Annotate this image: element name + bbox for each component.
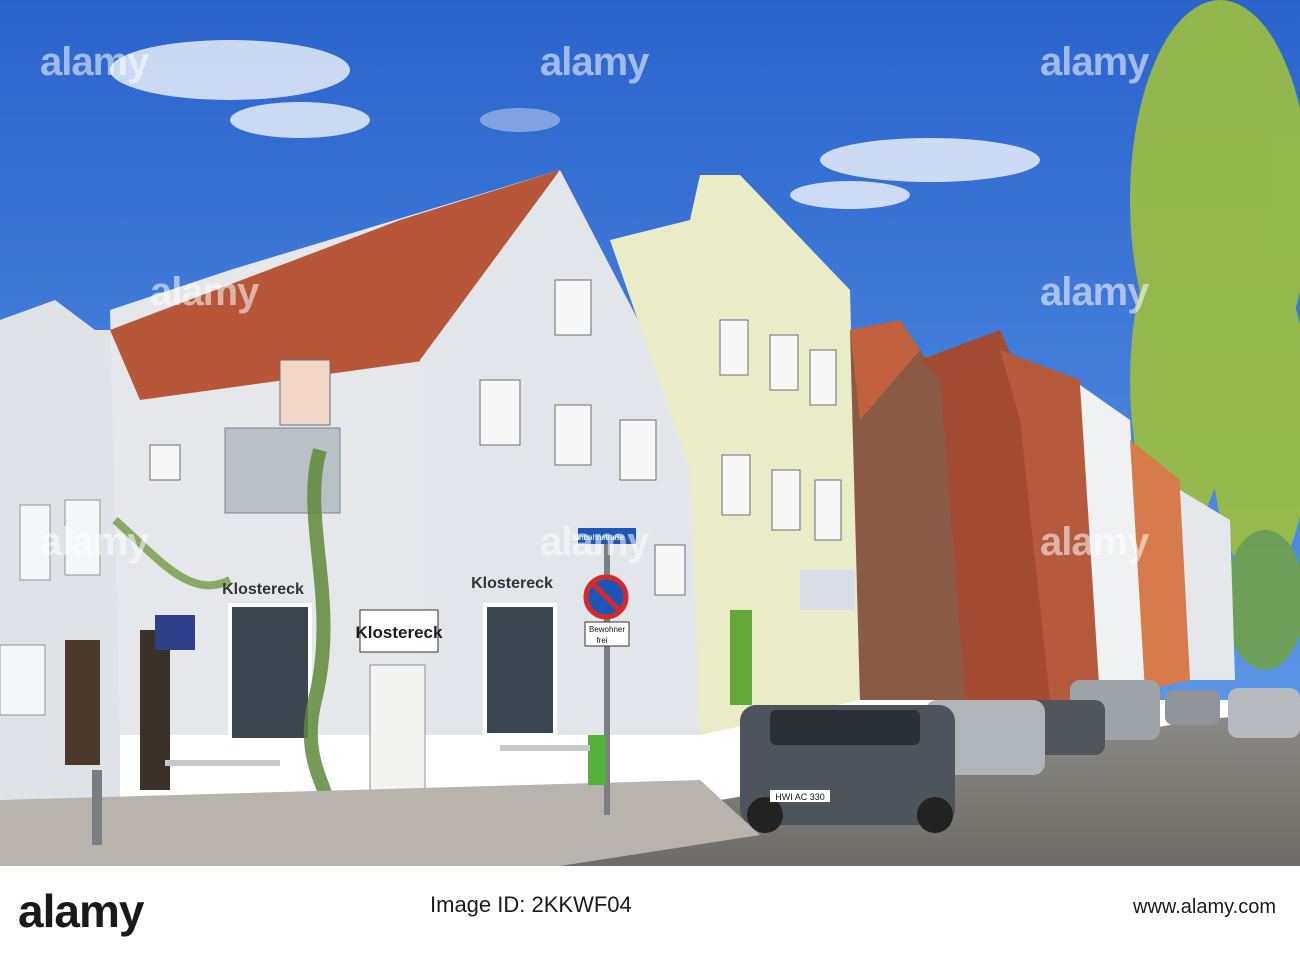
resident-sign-line1: Bewohner <box>589 625 625 634</box>
bollard <box>92 770 102 845</box>
watermark-top-center: alamy <box>540 40 649 84</box>
front-suv: HWI AC 330 <box>740 705 955 833</box>
street-photo: Klostereck Klostereck Klostereck HWI AC … <box>0 0 1300 866</box>
watermark-footer: alamy Image ID: 2KKWF04 www.alamy.com <box>0 866 1300 956</box>
watermark-lower-left: alamy <box>40 520 149 564</box>
klostereck-gable-text: Klostereck <box>471 575 553 592</box>
photo-frame: Klostereck Klostereck Klostereck HWI AC … <box>0 0 1300 956</box>
site-url-text: www.alamy.com <box>1133 896 1276 918</box>
car-plate-text: HWI AC 330 <box>775 792 825 802</box>
klostereck-sign-text: Klostereck <box>356 623 443 642</box>
watermark-mid-right: alamy <box>1040 270 1149 314</box>
watermark-lower-right: alamy <box>1040 520 1149 564</box>
image-id-text: Image ID: 2KKWF04 <box>430 892 632 917</box>
resident-sign-line2: frei <box>596 636 607 645</box>
green-bin <box>588 735 606 785</box>
watermark-top-right: alamy <box>1040 40 1149 84</box>
watermark-lower-center: alamy <box>540 520 649 564</box>
watermark-mid-left: alamy <box>150 270 259 314</box>
alamy-logo: alamy <box>18 885 144 937</box>
watermark-top-left: alamy <box>40 40 149 84</box>
klostereck-left-text: Klostereck <box>222 581 304 598</box>
street-scene-illustration: Klostereck Klostereck Klostereck HWI AC … <box>0 0 1300 866</box>
